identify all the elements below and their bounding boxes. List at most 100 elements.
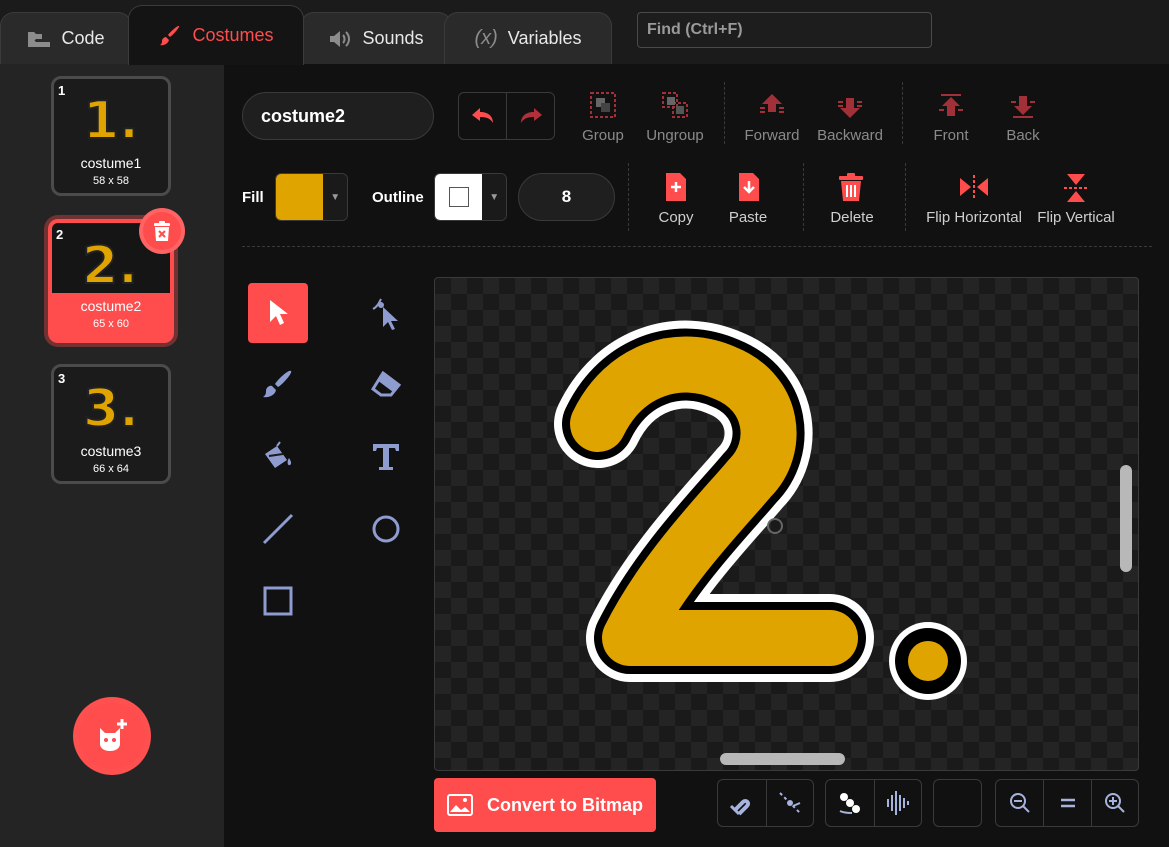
front-label: Front xyxy=(933,127,969,144)
tool-rectangle[interactable] xyxy=(248,571,308,631)
rotation-center-icon xyxy=(767,518,783,534)
backward-button[interactable] xyxy=(836,92,864,120)
flip-vertical-button[interactable] xyxy=(1063,172,1089,204)
flip-vertical-icon xyxy=(1064,174,1088,202)
divider xyxy=(724,82,725,144)
find-input[interactable]: Find (Ctrl+F) xyxy=(637,12,932,48)
costume-tile-1[interactable]: 1 1. costume1 58 x 58 xyxy=(51,76,171,196)
smooth-icon xyxy=(839,793,860,814)
tool-fill[interactable] xyxy=(248,427,308,487)
drawing-canvas[interactable] xyxy=(434,277,1139,771)
tab-costumes[interactable]: Costumes xyxy=(128,5,304,65)
brush-icon xyxy=(263,370,292,398)
roughen-button[interactable] xyxy=(873,780,922,826)
paste-label: Paste xyxy=(728,209,768,226)
group-button[interactable] xyxy=(582,90,624,120)
zoom-controls xyxy=(995,779,1139,827)
costume-size: 65 x 60 xyxy=(92,318,130,330)
text-icon xyxy=(373,444,399,470)
flip-vertical-label: Flip Vertical xyxy=(1037,209,1115,226)
outline-swatch xyxy=(435,174,483,220)
tab-variables-label: Variables xyxy=(507,28,582,48)
cat-add-icon xyxy=(100,719,127,751)
zoom-in-button[interactable] xyxy=(1090,780,1138,826)
forward-button[interactable] xyxy=(758,92,786,120)
variable-icon: (x) xyxy=(474,27,498,49)
fill-label: Fill xyxy=(242,189,264,206)
tool-eraser[interactable] xyxy=(356,355,416,415)
zoom-reset-button[interactable] xyxy=(1043,780,1090,826)
outline-label: Outline xyxy=(372,189,424,206)
copy-icon xyxy=(666,173,686,201)
copy-button[interactable] xyxy=(662,172,690,202)
top-tab-bar: Code Costumes Sounds (x) Variables Find … xyxy=(0,0,1169,65)
fill-swatch xyxy=(276,174,324,220)
tool-brush[interactable] xyxy=(248,355,308,415)
copy-label: Copy xyxy=(658,209,694,226)
flip-horizontal-button[interactable] xyxy=(958,174,990,200)
zoom-out-button[interactable] xyxy=(996,780,1043,826)
svg-text:1.: 1. xyxy=(83,91,139,148)
costume-name: costume2 xyxy=(80,298,142,314)
toolbar-divider xyxy=(242,246,1152,247)
costume-tile-3[interactable]: 3 3. costume3 66 x 64 xyxy=(51,364,171,484)
speaker-icon xyxy=(330,30,351,47)
outline-color-picker[interactable]: ▼ xyxy=(434,173,507,221)
horizontal-scrollbar[interactable] xyxy=(720,753,845,765)
tool-circle[interactable] xyxy=(356,499,416,559)
tool-text[interactable] xyxy=(356,427,416,487)
convert-to-bitmap-button[interactable]: Convert to Bitmap xyxy=(434,778,656,832)
rectangle-icon xyxy=(263,586,293,616)
tab-costumes-label: Costumes xyxy=(192,25,274,45)
undo-icon xyxy=(471,108,493,123)
fill-bucket-icon xyxy=(265,441,292,468)
dark-mode-button[interactable] xyxy=(934,780,981,826)
tab-code[interactable]: Code xyxy=(0,12,132,64)
tool-reshape[interactable] xyxy=(356,283,416,343)
tab-code-label: Code xyxy=(61,28,105,48)
trash-icon xyxy=(839,173,863,201)
redo-button[interactable] xyxy=(506,93,554,139)
snap-points-button[interactable] xyxy=(765,780,814,826)
undo-button[interactable] xyxy=(459,93,506,139)
redo-icon xyxy=(520,108,542,123)
tab-variables[interactable]: (x) Variables xyxy=(444,12,612,64)
convert-label: Convert to Bitmap xyxy=(486,794,643,815)
divider xyxy=(905,163,906,231)
costume-size: 66 x 64 xyxy=(92,463,130,475)
zoom-in-icon xyxy=(1104,793,1125,813)
svg-text:3.: 3. xyxy=(83,379,139,436)
costume-size: 58 x 58 xyxy=(92,175,130,187)
back-button[interactable] xyxy=(1009,92,1037,120)
magnet-button[interactable] xyxy=(718,780,766,826)
tool-select[interactable] xyxy=(248,283,308,343)
delete-button[interactable] xyxy=(837,172,865,202)
vertical-scrollbar[interactable] xyxy=(1120,465,1132,572)
smooth-button[interactable] xyxy=(826,780,874,826)
trash-icon xyxy=(154,221,170,241)
tab-sounds[interactable]: Sounds xyxy=(300,12,452,64)
divider xyxy=(628,163,629,231)
costume-artwork xyxy=(554,320,967,700)
outline-width-input[interactable]: 8 xyxy=(518,173,615,221)
front-button[interactable] xyxy=(937,92,965,120)
ungroup-icon xyxy=(662,92,688,118)
delete-costume-button[interactable] xyxy=(139,208,185,254)
snap-controls xyxy=(717,779,814,827)
dropdown-caret-icon: ▼ xyxy=(323,174,347,220)
ungroup-button[interactable] xyxy=(660,90,690,120)
tool-line[interactable] xyxy=(248,499,308,559)
smoothing-controls xyxy=(825,779,922,827)
fill-color-picker[interactable]: ▼ xyxy=(275,173,348,221)
paste-button[interactable] xyxy=(735,172,763,202)
ungroup-label: Ungroup xyxy=(646,127,704,144)
costume-thumbnail: 1. xyxy=(54,87,168,149)
reshape-icon xyxy=(372,298,398,330)
code-blocks-icon xyxy=(28,31,51,47)
divider xyxy=(902,82,903,144)
costume-name-input[interactable]: costume2 xyxy=(242,92,434,140)
moon-icon xyxy=(949,794,959,812)
back-label: Back xyxy=(1006,127,1040,144)
waveform-icon xyxy=(886,791,909,815)
add-costume-button[interactable] xyxy=(73,697,151,775)
